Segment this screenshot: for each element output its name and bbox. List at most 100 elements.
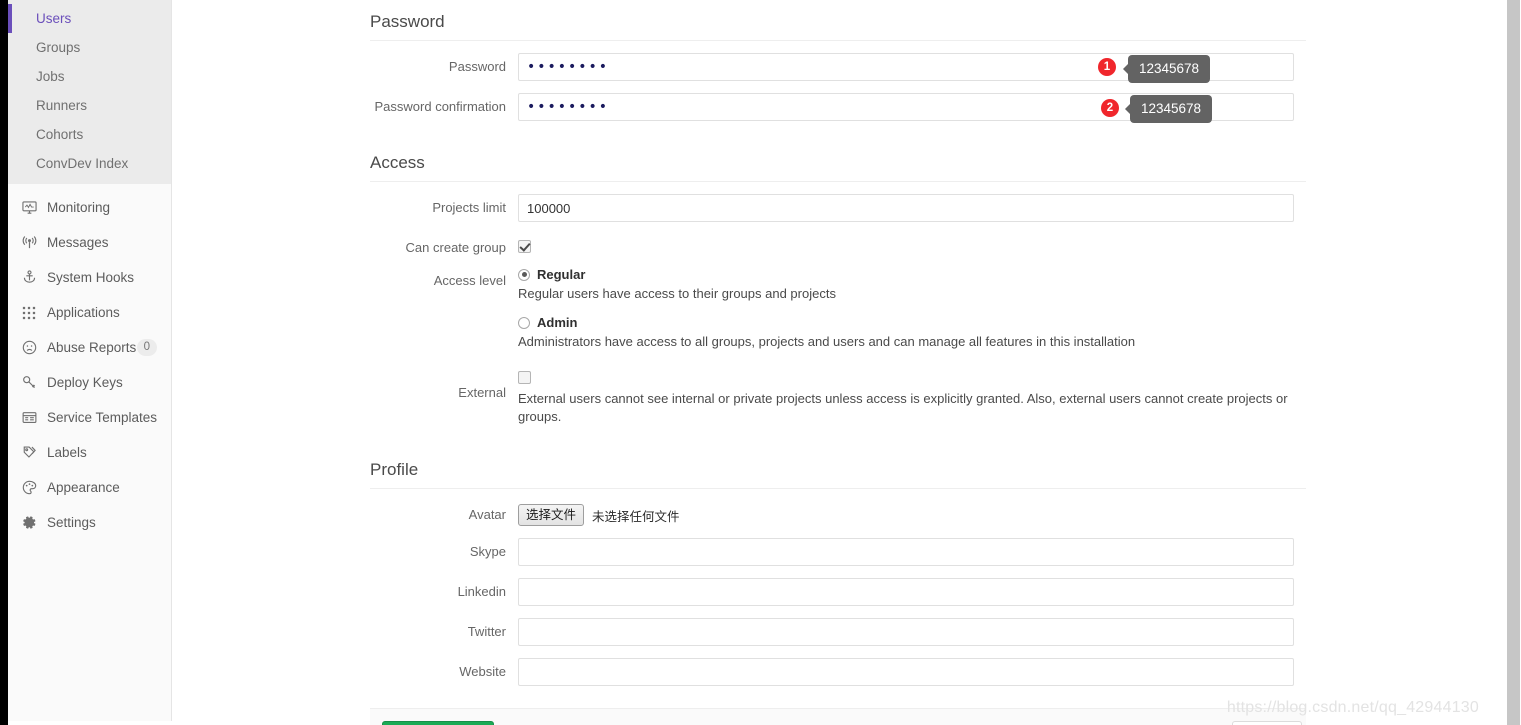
monitor-icon: [20, 199, 38, 217]
sidebar-item-groups[interactable]: Groups: [8, 33, 171, 62]
projects-limit-label: Projects limit: [432, 200, 506, 215]
linkedin-input[interactable]: [518, 578, 1294, 606]
avatar-file-input[interactable]: 选择文件 未选择任何文件: [518, 501, 1306, 526]
avatar-field-wrap: 选择文件 未选择任何文件: [518, 501, 1306, 526]
skype-label: Skype: [469, 544, 506, 559]
website-field-wrap: [518, 658, 1306, 686]
can-create-group-row: Can create group: [370, 234, 1306, 255]
sidebar-item-label: Deploy Keys: [47, 375, 123, 390]
label-tag-icon: [20, 444, 38, 462]
access-level-admin-description: Administrators have access to all groups…: [518, 334, 1136, 349]
skype-row: Skype: [370, 538, 1306, 566]
sidebar-item-convdev-index[interactable]: ConvDev Index: [8, 149, 171, 178]
sidebar-item-deploy-keys[interactable]: Deploy Keys: [8, 365, 171, 400]
password-label: Password: [448, 59, 506, 74]
password-confirmation-field-wrap: •••••••• 2 12345678: [518, 93, 1306, 123]
radio-regular-icon[interactable]: [518, 268, 530, 281]
password-confirmation-row: Password confirmation •••••••• 2 1234567…: [370, 93, 1306, 123]
page-scrollbar-thumb[interactable]: [1507, 0, 1520, 725]
password-confirmation-label: Password confirmation: [374, 99, 507, 114]
external-description: External users cannot see internal or pr…: [518, 391, 1288, 424]
template-icon: [20, 409, 38, 427]
twitter-input[interactable]: [518, 618, 1294, 646]
can-create-group-field-wrap: [518, 234, 1306, 253]
access-level-admin-label: Admin: [537, 315, 578, 330]
sidebar-item-label: Runners: [36, 98, 88, 113]
sidebar-item-cohorts[interactable]: Cohorts: [8, 120, 171, 149]
sidebar-item-system-hooks[interactable]: System Hooks: [8, 260, 171, 295]
broadcast-icon: [20, 234, 38, 252]
sidebar-mainnav: Monitoring Messages System Hooks Applica…: [8, 184, 171, 540]
projects-limit-input[interactable]: [518, 194, 1294, 222]
sidebar-item-label: ConvDev Index: [36, 156, 129, 171]
main-content: Password Password •••••••• 1 12345678 Pa…: [172, 0, 1482, 725]
avatar-row: Avatar 选择文件 未选择任何文件: [370, 501, 1306, 526]
sidebar-item-label: Applications: [47, 305, 120, 320]
can-create-group-checkbox[interactable]: [518, 240, 531, 253]
access-level-option-regular[interactable]: Regular: [518, 267, 1306, 282]
password-field-wrap: •••••••• 1 12345678: [518, 53, 1306, 83]
skype-input[interactable]: [518, 538, 1294, 566]
watermark-text: https://blog.csdn.net/qq_42944130: [1226, 699, 1479, 716]
twitter-field-wrap: [518, 618, 1306, 646]
twitter-row: Twitter: [370, 618, 1306, 646]
sidebar-item-label: Cohorts: [36, 127, 84, 142]
password-row: Password •••••••• 1 12345678: [370, 53, 1306, 83]
app-window: Users Groups Jobs Runners Cohorts ConvDe…: [0, 0, 1521, 725]
external-checkbox[interactable]: [518, 371, 531, 384]
sidebar-item-users[interactable]: Users: [8, 4, 171, 33]
annotation-marker-1: 1: [1098, 58, 1116, 76]
choose-file-button[interactable]: 选择文件: [518, 504, 585, 526]
access-level-option-admin[interactable]: Admin: [518, 315, 1306, 330]
external-row: External External users cannot see inter…: [370, 369, 1306, 426]
sidebar-subnav: Users Groups Jobs Runners Cohorts ConvDe…: [8, 0, 171, 184]
access-section-title: Access: [370, 141, 1306, 182]
sidebar-item-appearance[interactable]: Appearance: [8, 470, 171, 505]
sidebar-item-jobs[interactable]: Jobs: [8, 62, 171, 91]
sidebar-item-label: Settings: [47, 515, 96, 530]
twitter-label: Twitter: [467, 624, 506, 639]
skype-field-wrap: [518, 538, 1306, 566]
access-level-regular-description: Regular users have access to their group…: [518, 286, 836, 301]
cancel-button[interactable]: Cancel: [1231, 720, 1302, 725]
admin-sidebar: Users Groups Jobs Runners Cohorts ConvDe…: [8, 0, 172, 721]
radio-admin-icon[interactable]: [518, 316, 530, 329]
website-input[interactable]: [518, 658, 1294, 686]
sidebar-item-label: Abuse Reports: [47, 340, 137, 355]
user-edit-form: Password Password •••••••• 1 12345678 Pa…: [370, 0, 1306, 725]
password-confirmation-tooltip: 12345678: [1124, 95, 1213, 123]
palette-icon: [20, 479, 38, 497]
external-field-wrap: External users cannot see internal or pr…: [518, 369, 1306, 426]
access-level-options: Regular Regular users have access to the…: [518, 267, 1306, 351]
projects-limit-row: Projects limit: [370, 194, 1306, 222]
abuse-reports-count-badge: 0: [136, 339, 157, 356]
access-level-label: Access level: [433, 273, 506, 288]
sidebar-item-settings[interactable]: Settings: [8, 505, 171, 540]
profile-section-title: Profile: [370, 448, 1306, 489]
sidebar-item-applications[interactable]: Applications: [8, 295, 171, 330]
sidebar-item-label: Monitoring: [47, 200, 111, 215]
key-icon: [20, 374, 38, 392]
password-section-title: Password: [370, 0, 1306, 41]
sidebar-item-service-templates[interactable]: Service Templates: [8, 400, 171, 435]
linkedin-row: Linkedin: [370, 578, 1306, 606]
projects-limit-field-wrap: [518, 194, 1306, 222]
sidebar-item-messages[interactable]: Messages: [8, 225, 171, 260]
password-tooltip: 12345678: [1122, 55, 1211, 83]
apps-grid-icon: [20, 304, 38, 322]
sidebar-item-abuse-reports[interactable]: Abuse Reports 0: [8, 330, 171, 365]
save-changes-button[interactable]: Save changes: [382, 720, 495, 725]
sidebar-item-label: Labels: [47, 445, 87, 460]
page-scrollbar[interactable]: [1505, 0, 1521, 725]
access-level-row: Access level Regular Regular users have …: [370, 267, 1306, 351]
sidebar-item-runners[interactable]: Runners: [8, 91, 171, 120]
hook-icon: [20, 269, 38, 287]
sidebar-item-label: Appearance: [47, 480, 120, 495]
linkedin-field-wrap: [518, 578, 1306, 606]
avatar-file-status: 未选择任何文件: [592, 508, 680, 524]
left-edge-strip: [0, 0, 8, 725]
sidebar-item-monitoring[interactable]: Monitoring: [8, 190, 171, 225]
sidebar-item-labels[interactable]: Labels: [8, 435, 171, 470]
gear-icon: [20, 514, 38, 532]
avatar-label: Avatar: [468, 507, 506, 522]
